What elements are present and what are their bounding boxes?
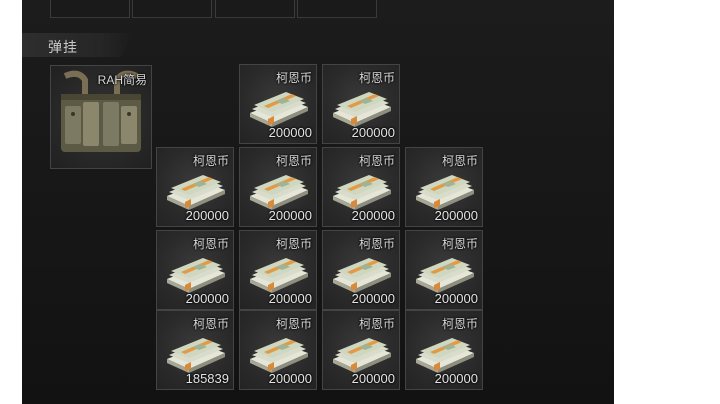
item-quantity: 200000: [268, 125, 312, 140]
inventory-cell[interactable]: 柯恩币 200000: [322, 310, 400, 390]
money-stack-icon: [167, 175, 225, 210]
money-stack-icon: [250, 338, 308, 373]
top-slot[interactable]: [215, 0, 295, 18]
item-name: 柯恩币: [358, 154, 395, 168]
item-name: 柯恩币: [358, 71, 395, 85]
item-quantity: 200000: [268, 208, 312, 223]
item-name: 柯恩币: [441, 317, 478, 331]
item-name: 柯恩币: [275, 71, 312, 85]
inventory-cell[interactable]: 柯恩币 200000: [239, 147, 317, 227]
item-name: 柯恩币: [192, 317, 229, 331]
inventory-cell[interactable]: 柯恩币 200000: [156, 147, 234, 227]
item-quantity: 200000: [268, 371, 312, 386]
top-slot[interactable]: [132, 0, 212, 18]
top-slot[interactable]: [297, 0, 377, 18]
inventory-panel: [22, 0, 614, 404]
item-name: 柯恩币: [275, 317, 312, 331]
item-quantity: 200000: [434, 371, 478, 386]
item-name: 柯恩币: [275, 237, 312, 251]
money-stack-icon: [250, 92, 308, 127]
money-stack-icon: [167, 338, 225, 373]
money-stack-icon: [416, 175, 474, 210]
item-name: 柯恩币: [192, 154, 229, 168]
item-name: 柯恩币: [441, 154, 478, 168]
section-header-bar: [22, 33, 134, 57]
inventory-cell[interactable]: 柯恩币 200000: [239, 64, 317, 144]
money-stack-icon: [333, 338, 391, 373]
money-stack-icon: [333, 175, 391, 210]
item-quantity: 200000: [185, 291, 229, 306]
inventory-cell[interactable]: 柯恩币 200000: [405, 147, 483, 227]
chest-rig-slot[interactable]: RAH简易: [50, 65, 152, 169]
item-name: 柯恩币: [358, 237, 395, 251]
item-name: 柯恩币: [192, 237, 229, 251]
money-stack-icon: [416, 258, 474, 293]
section-title: 弹挂: [48, 39, 78, 55]
item-quantity: 200000: [351, 125, 395, 140]
inventory-cell[interactable]: 柯恩币 200000: [322, 230, 400, 310]
money-stack-icon: [416, 338, 474, 373]
money-stack-icon: [333, 258, 391, 293]
item-quantity: 200000: [434, 208, 478, 223]
money-stack-icon: [250, 175, 308, 210]
inventory-cell[interactable]: 柯恩币 200000: [156, 230, 234, 310]
item-quantity: 200000: [185, 208, 229, 223]
item-quantity: 200000: [351, 371, 395, 386]
money-stack-icon: [250, 258, 308, 293]
item-quantity: 200000: [268, 291, 312, 306]
money-stack-icon: [333, 92, 391, 127]
inventory-cell[interactable]: 柯恩币 200000: [239, 310, 317, 390]
money-stack-icon: [167, 258, 225, 293]
item-name: 柯恩币: [275, 154, 312, 168]
item-quantity: 185839: [185, 371, 229, 386]
inventory-cell[interactable]: 柯恩币 200000: [405, 230, 483, 310]
inventory-cell[interactable]: 柯恩币 200000: [239, 230, 317, 310]
item-quantity: 200000: [434, 291, 478, 306]
inventory-cell[interactable]: 柯恩币 200000: [405, 310, 483, 390]
inventory-cell[interactable]: 柯恩币 185839: [156, 310, 234, 390]
item-name: 柯恩币: [358, 317, 395, 331]
item-name: RAH简易: [97, 73, 147, 87]
inventory-cell[interactable]: 柯恩币 200000: [322, 64, 400, 144]
item-quantity: 200000: [351, 291, 395, 306]
item-name: 柯恩币: [441, 237, 478, 251]
item-quantity: 200000: [351, 208, 395, 223]
inventory-cell[interactable]: 柯恩币 200000: [322, 147, 400, 227]
top-slot[interactable]: [50, 0, 130, 18]
